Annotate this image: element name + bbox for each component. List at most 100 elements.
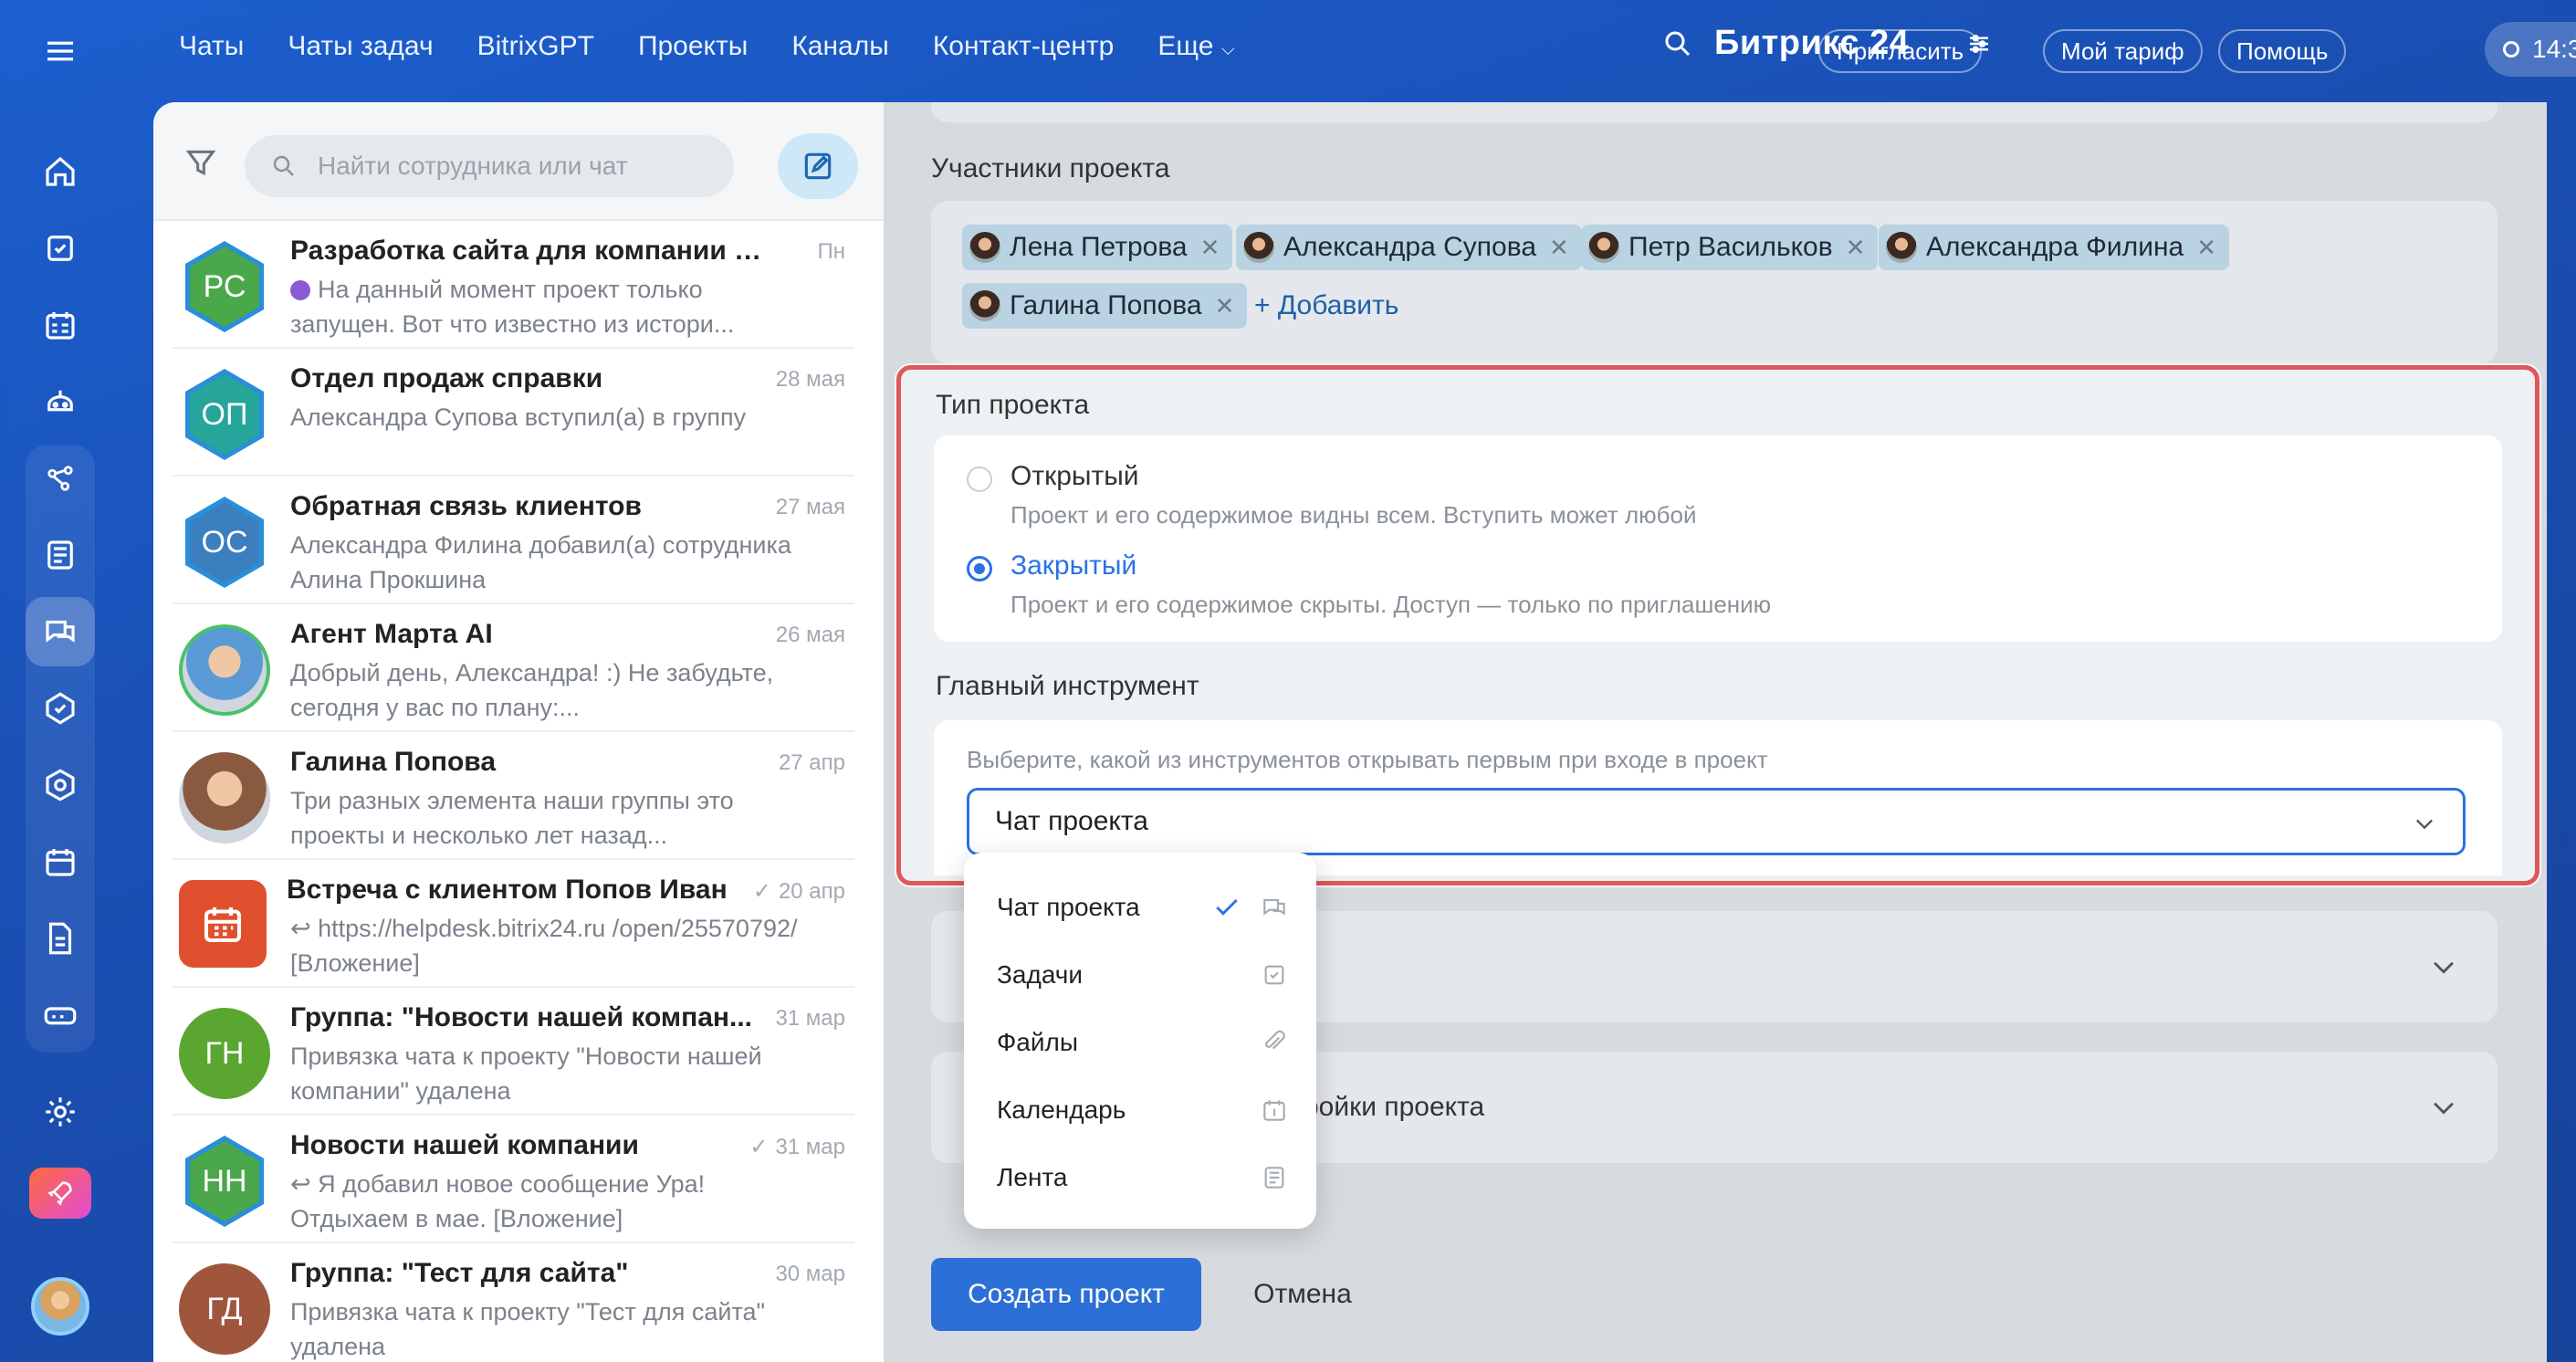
remove-icon[interactable]: ✕ [1200,234,1220,262]
chevron-down-icon [2434,1102,2454,1115]
user-avatar[interactable] [31,1277,89,1336]
chat-avatar [179,624,270,716]
filter-icon[interactable] [183,144,219,181]
chat-meta: 26 мая [776,623,845,648]
nav-task-chats[interactable]: Чаты задач [288,31,433,62]
chat-title: Галина Попова [290,747,496,777]
option-label: Задачи [997,960,1084,989]
calendar-icon[interactable] [26,827,95,896]
home-icon[interactable] [26,137,95,206]
dropdown-option-chat[interactable]: Чат проекта [997,880,1289,935]
chat-preview: На данный момент проект только запущен. … [290,272,801,341]
chat-preview: Привязка чата к проекту "Новости нашей к… [290,1039,801,1108]
nav-more-label: Еще [1157,31,1214,61]
chat-preview: ↩ https://helpdesk.bitrix24.ru /open/255… [290,911,801,980]
radio-open[interactable] [967,466,992,492]
documents-icon[interactable] [26,904,95,973]
chat-meta: 28 мая [776,367,845,393]
chat-list-item[interactable]: ОС Обратная связь клиентов 27 мая Александр… [153,477,884,604]
participant-avatar [969,290,1000,321]
chevron-down-icon [2434,961,2454,974]
avatar-initials: ОП [201,396,248,432]
clock-time: 14:31 [2532,35,2576,63]
chat-list-item[interactable]: ГД Группа: "Тест для сайта" 30 мар Привязка… [153,1243,884,1362]
dropdown-option-calendar[interactable]: Календарь [997,1083,1289,1137]
participant-avatar [1588,232,1619,263]
chat-list-item[interactable]: НН Новости нашей компании ✓ 31 мар ↩ Я добав… [153,1116,884,1243]
create-project-button[interactable]: Создать проект [931,1258,1201,1331]
main-tool-select[interactable]: Чат проекта [967,788,2466,855]
avatar-initials: НН [202,1163,247,1199]
chat-preview-text: Александра Филина добавил(а) сотрудника … [290,531,791,593]
invite-button[interactable]: Пригласить [1818,29,1983,73]
chat-date: 28 мая [775,367,845,392]
project-type-card: Открытый Проект и его содержимое видны в… [934,435,2502,642]
help-button[interactable]: Помощь [2218,29,2347,73]
compose-icon [804,152,832,180]
nav-channels[interactable]: Каналы [791,31,888,62]
remove-icon[interactable]: ✕ [1215,292,1235,320]
chat-list-item[interactable]: РС Разработка сайта для компании Сф... Пн Н… [153,221,884,349]
new-chat-button[interactable] [778,133,858,199]
feed-icon [1264,1167,1284,1189]
top-bar: Чаты Чаты задач BitrixGPT Проекты Каналы… [120,0,2576,102]
participant-tag[interactable]: Петр Васильков ✕ [1581,225,1879,270]
messenger-icon[interactable] [26,597,95,666]
chat-title: Группа: "Новости нашей компан... [290,1002,753,1032]
feed-icon[interactable] [26,520,95,590]
search-input[interactable] [316,151,699,182]
chat-preview: Александра Филина добавил(а) сотрудника … [290,528,801,597]
chat-preview: ↩ Я добавил новое сообщение Ура! Отдыхае… [290,1167,801,1236]
settings-icon[interactable] [26,1077,95,1147]
chat-list-item[interactable]: ОП Отдел продаж справки 28 мая Александра С… [153,349,884,477]
search-box[interactable] [245,135,734,197]
planner-icon[interactable] [26,290,95,360]
participant-avatar [1886,232,1917,263]
tariff-button[interactable]: Мой тариф [2043,29,2203,73]
copilot-icon[interactable] [26,367,95,436]
nav-chats[interactable]: Чаты [179,31,244,62]
sites-icon[interactable] [26,674,95,743]
participant-tag[interactable]: Лена Петрова ✕ [962,225,1233,270]
chat-list-item[interactable]: Встреча с клиентом Попов Иван ✓ 20 апр ↩ ht… [153,860,884,988]
search-icon[interactable] [1661,27,1694,60]
remove-icon[interactable]: ✕ [2196,234,2216,262]
chat-avatar [179,752,270,843]
remove-icon[interactable]: ✕ [1846,234,1866,262]
work-day-clock[interactable]: 14:31 [2485,22,2576,77]
chat-list-item[interactable]: Галина Попова 27 апр Три разных элемента н… [153,732,884,860]
chat-preview: Добрый день, Александра! :) Не забудьте,… [290,655,801,725]
dropdown-option-files[interactable]: Файлы [997,1015,1289,1070]
groups-icon[interactable] [26,750,95,820]
tasks-icon[interactable] [26,214,95,283]
chat-preview-text: Добрый день, Александра! :) Не забудьте,… [290,659,774,721]
participant-tag[interactable]: Александра Супова ✕ [1236,225,1582,270]
chat-avatar: ГН [179,1008,270,1099]
nav-contact-center[interactable]: Контакт-центр [933,31,1115,62]
dropdown-option-tasks[interactable]: Задачи [997,948,1289,1002]
nav-more[interactable]: Еще ⌵ [1157,31,1235,62]
remove-icon[interactable]: ✕ [1549,234,1569,262]
chat-date: 31 мар [775,1134,845,1159]
chat-list-item[interactable]: ГН Группа: "Новости нашей компан... 31 мар… [153,988,884,1116]
calendar-icon [1263,1100,1285,1121]
participant-tag[interactable]: Галина Попова ✕ [962,283,1248,329]
chat-list-item[interactable]: Агент Марта AI 26 мая Добрый день, Алексан… [153,604,884,732]
open-option-title[interactable]: Открытый [1011,461,1139,492]
participant-tag[interactable]: Александра Филина ✕ [1879,225,2229,270]
top-nav: Чаты Чаты задач BitrixGPT Проекты Каналы… [179,31,1235,62]
drive-icon[interactable] [26,980,95,1050]
chat-avatar: ОС [179,497,270,588]
nav-projects[interactable]: Проекты [638,31,748,62]
radio-closed[interactable] [967,556,992,581]
nav-bitrixgpt[interactable]: BitrixGPT [477,31,594,62]
menu-icon[interactable] [26,16,95,86]
dropdown-option-feed[interactable]: Лента [997,1150,1289,1205]
chat-preview: Привязка чата к проекту "Тест для сайта"… [290,1294,801,1362]
add-participant-link[interactable]: + Добавить [1254,290,1398,321]
cancel-button[interactable]: Отмена [1234,1258,1371,1331]
paperclip-icon [1265,1030,1285,1050]
rocket-icon[interactable] [29,1168,91,1219]
crm-icon[interactable] [26,444,95,513]
closed-option-title[interactable]: Закрытый [1011,550,1136,581]
